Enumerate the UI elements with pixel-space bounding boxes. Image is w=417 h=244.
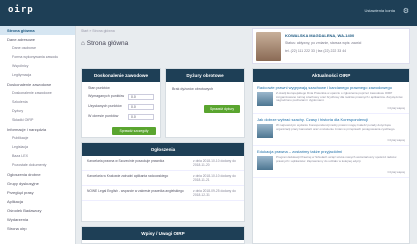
announcement-date: z dnia 2018-10-10 dodany do 2018-11-20 (193, 159, 236, 167)
wpisy-panel: Wpisy / Uwagi OIRP (81, 226, 245, 244)
sidebar: Strona główna Dane adresowe Dane osobowe Fo… (0, 26, 76, 244)
sidebar-item[interactable]: Doskonalenie zawodowe (0, 80, 75, 89)
news-text: Program Edukacji Prawnej w Szkołach wcią… (276, 155, 397, 163)
doskonalenie-title: Doskonalenie zawodowe (82, 69, 160, 82)
main-content: Start » Strona główna ⌂ Strona główna KO… (76, 26, 417, 244)
news-body: Program Edukacji Prawnej w Szkołach wcią… (257, 155, 405, 170)
check-details-button[interactable]: Sprawdź szczegóły (112, 127, 156, 135)
sidebar-item[interactable]: Legitymacja (0, 71, 75, 80)
sidebar-item[interactable]: Wydarzenia (0, 215, 75, 224)
points-value: 0.0 (128, 104, 154, 110)
news-title[interactable]: Jak dobrze wybrać szachy. Czasy i histor… (257, 117, 405, 122)
news-thumbnail (257, 124, 273, 138)
dyzury-panel: Dyżury obrotowe Brak dyżurów obrotowych … (165, 68, 245, 138)
doskonalenie-panel: Doskonalenie zawodowe Stan punktów Wymag… (81, 68, 161, 138)
news-thumbnail (257, 92, 273, 106)
news-body: Z okazji Europejskiego Dnia Prawnika w o… (257, 91, 405, 106)
sidebar-item[interactable]: Strona główna (0, 26, 75, 35)
sidebar-item[interactable]: Baza LEX (0, 152, 75, 161)
news-item: Edukacja prawna – zostańmy także przyjac… (253, 146, 409, 178)
news-thumbnail (257, 156, 273, 170)
points-period: Stan punktów (88, 86, 110, 90)
read-more-link[interactable]: Czytaj więcej (257, 106, 405, 110)
gear-icon[interactable]: ⚙ (403, 7, 409, 15)
sidebar-item[interactable]: Składki OIRP (0, 116, 75, 125)
sidebar-item[interactable]: Ośrodek Badawczy (0, 206, 75, 215)
announcement-date: z dnia 2018-09-25 dodany do 2018-12-31 (193, 189, 236, 197)
announcement-text[interactable]: Kancelaria prawna w Szczecinie poszukuje… (87, 159, 193, 167)
points-row: Wymaganych punktów 0.0 (82, 92, 160, 102)
account-settings-link[interactable]: Ustawienia konta (365, 8, 395, 13)
points-label: W okresie punktów (88, 114, 119, 118)
logo[interactable]: oirp (8, 5, 34, 15)
breadcrumb[interactable]: Start » Strona główna (81, 29, 115, 33)
check-duties-button[interactable]: Sprawdź dyżury (204, 105, 240, 113)
sidebar-item[interactable]: Informacje i narzędzia (0, 125, 75, 134)
profile-status: Status: aktywny, po zmianie, starsza wpi… (285, 41, 362, 45)
news-text: Z okazji Europejskiego Dnia Prawnika w o… (276, 91, 403, 103)
points-value: 0.0 (128, 114, 154, 120)
sidebar-item[interactable]: Przegląd prasy (0, 188, 75, 197)
aktualnosci-panel: Aktualności OIRP Radcowie prawni wygrywa… (252, 68, 410, 244)
profile-phone: tel. (22) 111 222 33 | fax (22) 222 33 4… (285, 49, 347, 53)
announcement-text[interactable]: Kancelaria w Krakowie zatrudni aplikanta… (87, 174, 193, 182)
points-label: Wymaganych punktów (88, 94, 125, 98)
profile-card: KOWALSKA MAGDALENA, WA-1400 Status: akty… (252, 28, 410, 64)
announcement-row[interactable]: Kancelaria prawna w Szczecinie poszukuje… (82, 156, 244, 171)
page-title: ⌂ Strona główna (81, 40, 128, 47)
ogloszenia-panel: Ogłoszenia Kancelaria prawna w Szczecini… (81, 142, 245, 222)
avatar (256, 32, 281, 61)
announcement-row[interactable]: NOWE Legal English - wsparcie w zakresie… (82, 186, 244, 201)
ogloszenia-title: Ogłoszenia (82, 143, 244, 156)
points-label: Uzyskanych punktów (88, 104, 122, 108)
announcement-date: z dnia 2018-10-10 dodany do 2018-11-21 (193, 174, 236, 182)
sidebar-item[interactable]: Strona oirp (0, 224, 75, 233)
news-text: W najnowszym wydaniu Korespondencji radc… (276, 123, 396, 131)
sidebar-item[interactable]: Szkolenia (0, 98, 75, 107)
news-body: W najnowszym wydaniu Korespondencji radc… (257, 123, 405, 138)
sidebar-item[interactable]: Wspólnicy (0, 62, 75, 71)
sidebar-item[interactable]: Dyżury (0, 107, 75, 116)
sidebar-item[interactable]: Publikacje (0, 134, 75, 143)
news-title[interactable]: Radcowie prawni wygrywają szachowe i kar… (257, 85, 405, 90)
points-row: W okresie punktów 0.0 (82, 112, 160, 122)
read-more-link[interactable]: Czytaj więcej (257, 170, 405, 174)
wpisy-title: Wpisy / Uwagi OIRP (82, 227, 244, 240)
read-more-link[interactable]: Czytaj więcej (257, 138, 405, 142)
sidebar-item[interactable]: Ogłoszenia drobne (0, 170, 75, 179)
profile-name: KOWALSKA MAGDALENA, WA-1400 (285, 33, 355, 38)
sidebar-item[interactable]: Aplikacja (0, 197, 75, 206)
points-value: 0.0 (128, 94, 154, 100)
dyzury-title: Dyżury obrotowe (166, 69, 244, 82)
news-item: Jak dobrze wybrać szachy. Czasy i histor… (253, 114, 409, 146)
dyzury-text: Brak dyżurów obrotowych (172, 87, 214, 91)
sidebar-item[interactable]: Dane osobowe (0, 44, 75, 53)
news-item: Radcowie prawni wygrywają szachowe i kar… (253, 82, 409, 114)
top-bar: oirp Ustawienia konta ⚙ (0, 0, 417, 26)
sidebar-item[interactable]: Grupy dyskusyjne (0, 179, 75, 188)
sidebar-item[interactable]: Doskonalenie zawodowe (0, 89, 75, 98)
news-title[interactable]: Edukacja prawna – zostańmy także przyjac… (257, 149, 405, 154)
sidebar-item[interactable]: Legislacja (0, 143, 75, 152)
page-title-text: Strona główna (86, 40, 129, 47)
points-row: Uzyskanych punktów 0.0 (82, 102, 160, 112)
aktualnosci-title: Aktualności OIRP (253, 69, 409, 82)
sidebar-item[interactable]: Forma wykonywania zawodu (0, 53, 75, 62)
sidebar-item[interactable]: Pozostałe dokumenty (0, 161, 75, 170)
announcement-text[interactable]: NOWE Legal English - wsparcie w zakresie… (87, 189, 193, 197)
announcement-row[interactable]: Kancelaria w Krakowie zatrudni aplikanta… (82, 171, 244, 186)
sidebar-item[interactable]: Dane adresowe (0, 35, 75, 44)
